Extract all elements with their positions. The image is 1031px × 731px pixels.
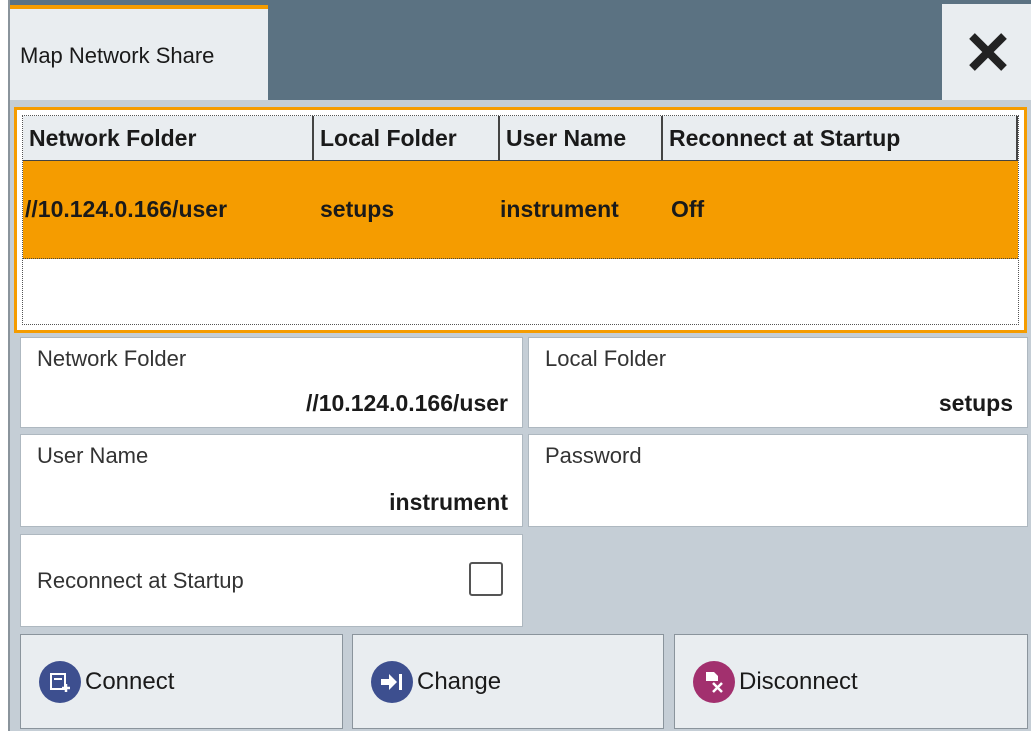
disconnect-button[interactable]: Disconnect: [674, 634, 1028, 729]
user-name-value: instrument: [389, 489, 508, 515]
column-header-user-name[interactable]: User Name: [500, 116, 663, 160]
change-button[interactable]: Change: [352, 634, 664, 729]
network-share-table[interactable]: Network Folder Local Folder User Name Re…: [14, 107, 1027, 333]
title-bar: Map Network Share: [10, 0, 1031, 100]
cell-user-name: instrument: [500, 196, 619, 222]
reconnect-label: Reconnect at Startup: [37, 568, 244, 593]
connect-icon: [39, 660, 81, 703]
password-field[interactable]: Password: [528, 434, 1028, 527]
change-label: Change: [417, 667, 502, 695]
table-header: Network Folder Local Folder User Name Re…: [23, 116, 1018, 161]
table-row[interactable]: //10.124.0.166/user setups instrument Of…: [23, 161, 1018, 259]
column-header-local-folder[interactable]: Local Folder: [314, 116, 500, 160]
network-folder-value: //10.124.0.166/user: [305, 390, 508, 416]
disconnect-label: Disconnect: [739, 667, 858, 695]
cell-network-folder: //10.124.0.166/user: [25, 196, 228, 222]
network-folder-field[interactable]: Network Folder //10.124.0.166/user: [20, 337, 523, 428]
close-icon: [968, 33, 1007, 71]
dialog-title: Map Network Share: [20, 43, 215, 68]
disconnect-icon: [693, 660, 735, 703]
user-name-field[interactable]: User Name instrument: [20, 434, 523, 527]
user-name-label: User Name: [37, 443, 149, 468]
password-label: Password: [545, 443, 642, 468]
local-folder-label: Local Folder: [545, 346, 667, 371]
close-button[interactable]: [942, 4, 1031, 100]
change-icon: [371, 660, 413, 703]
reconnect-checkbox[interactable]: [469, 562, 503, 596]
network-folder-label: Network Folder: [37, 346, 187, 371]
map-network-share-dialog: Map Network Share Network Folder Local F…: [8, 0, 1031, 731]
local-folder-value: setups: [938, 390, 1013, 416]
connect-label: Connect: [85, 667, 175, 695]
column-header-reconnect[interactable]: Reconnect at Startup: [663, 116, 1018, 160]
connect-button[interactable]: Connect: [20, 634, 343, 729]
column-header-network-folder[interactable]: Network Folder: [23, 116, 314, 160]
dialog-tab[interactable]: Map Network Share: [10, 5, 268, 100]
cell-local-folder: setups: [320, 196, 395, 222]
table-body: Network Folder Local Folder User Name Re…: [22, 115, 1019, 325]
reconnect-at-startup-field[interactable]: Reconnect at Startup: [20, 534, 523, 627]
cell-reconnect: Off: [671, 196, 705, 222]
local-folder-field[interactable]: Local Folder setups: [528, 337, 1028, 428]
